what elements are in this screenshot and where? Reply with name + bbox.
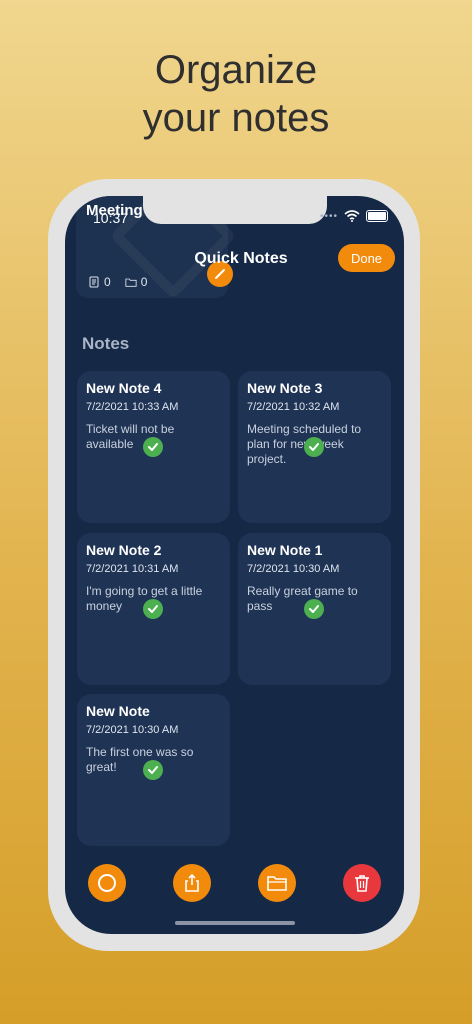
move-to-folder-button[interactable] (258, 864, 296, 902)
note-card[interactable]: New Note 7/2/2021 10:30 AM The first one… (77, 694, 230, 846)
note-title: New Note 1 (247, 542, 323, 558)
signal-icon: •••• (319, 210, 338, 222)
battery-icon (366, 210, 388, 222)
headline-line-1: Organize (154, 48, 318, 92)
status-icons: •••• (320, 210, 388, 222)
check-icon[interactable] (143, 760, 163, 780)
notes-count: 0 (104, 275, 111, 289)
note-date: 7/2/2021 10:30 AM (86, 724, 179, 736)
check-icon[interactable] (304, 599, 324, 619)
headline-line-2: your notes (142, 96, 330, 140)
done-button[interactable]: Done (338, 244, 395, 272)
folder-outline-icon (125, 278, 137, 287)
status-time: 10:37 (93, 210, 129, 226)
note-date: 7/2/2021 10:32 AM (247, 401, 340, 413)
note-title: New Note 2 (86, 542, 162, 558)
app-screen: Meeting 0 0 10:37 •••• Quick Notes Done … (65, 196, 404, 934)
folder-stats: 0 0 (88, 275, 147, 289)
note-card[interactable]: New Note 3 7/2/2021 10:32 AM Meeting sch… (238, 371, 391, 523)
share-button[interactable] (173, 864, 211, 902)
check-icon[interactable] (304, 437, 324, 457)
note-card[interactable]: New Note 4 7/2/2021 10:33 AM Ticket will… (77, 371, 230, 523)
notes-count-stat: 0 (88, 275, 111, 289)
folder-icon (267, 876, 287, 891)
share-icon (185, 873, 199, 892)
pencil-icon (215, 269, 225, 279)
note-title: New Note (86, 703, 150, 719)
check-icon[interactable] (143, 599, 163, 619)
trash-icon (355, 875, 369, 892)
note-card[interactable]: New Note 2 7/2/2021 10:31 AM I'm going t… (77, 533, 230, 685)
home-indicator[interactable] (175, 921, 295, 925)
circle-icon (98, 874, 116, 892)
marketing-headline: Organize your notes (0, 46, 472, 142)
notes-section-title: Notes (82, 334, 130, 353)
select-button[interactable] (88, 864, 126, 902)
note-icon (89, 276, 99, 288)
note-card[interactable]: New Note 1 7/2/2021 10:30 AM Really grea… (238, 533, 391, 685)
note-title: New Note 3 (247, 380, 323, 396)
delete-button[interactable] (343, 864, 381, 902)
screen-title: Quick Notes (194, 250, 288, 267)
note-date: 7/2/2021 10:31 AM (86, 563, 179, 575)
note-date: 7/2/2021 10:33 AM (86, 401, 179, 413)
note-title: New Note 4 (86, 380, 162, 396)
folders-count-stat: 0 (125, 275, 148, 289)
wifi-icon (344, 210, 360, 222)
check-icon[interactable] (143, 437, 163, 457)
folders-count: 0 (140, 275, 148, 289)
note-date: 7/2/2021 10:30 AM (247, 563, 340, 575)
phone-notch (143, 196, 327, 224)
